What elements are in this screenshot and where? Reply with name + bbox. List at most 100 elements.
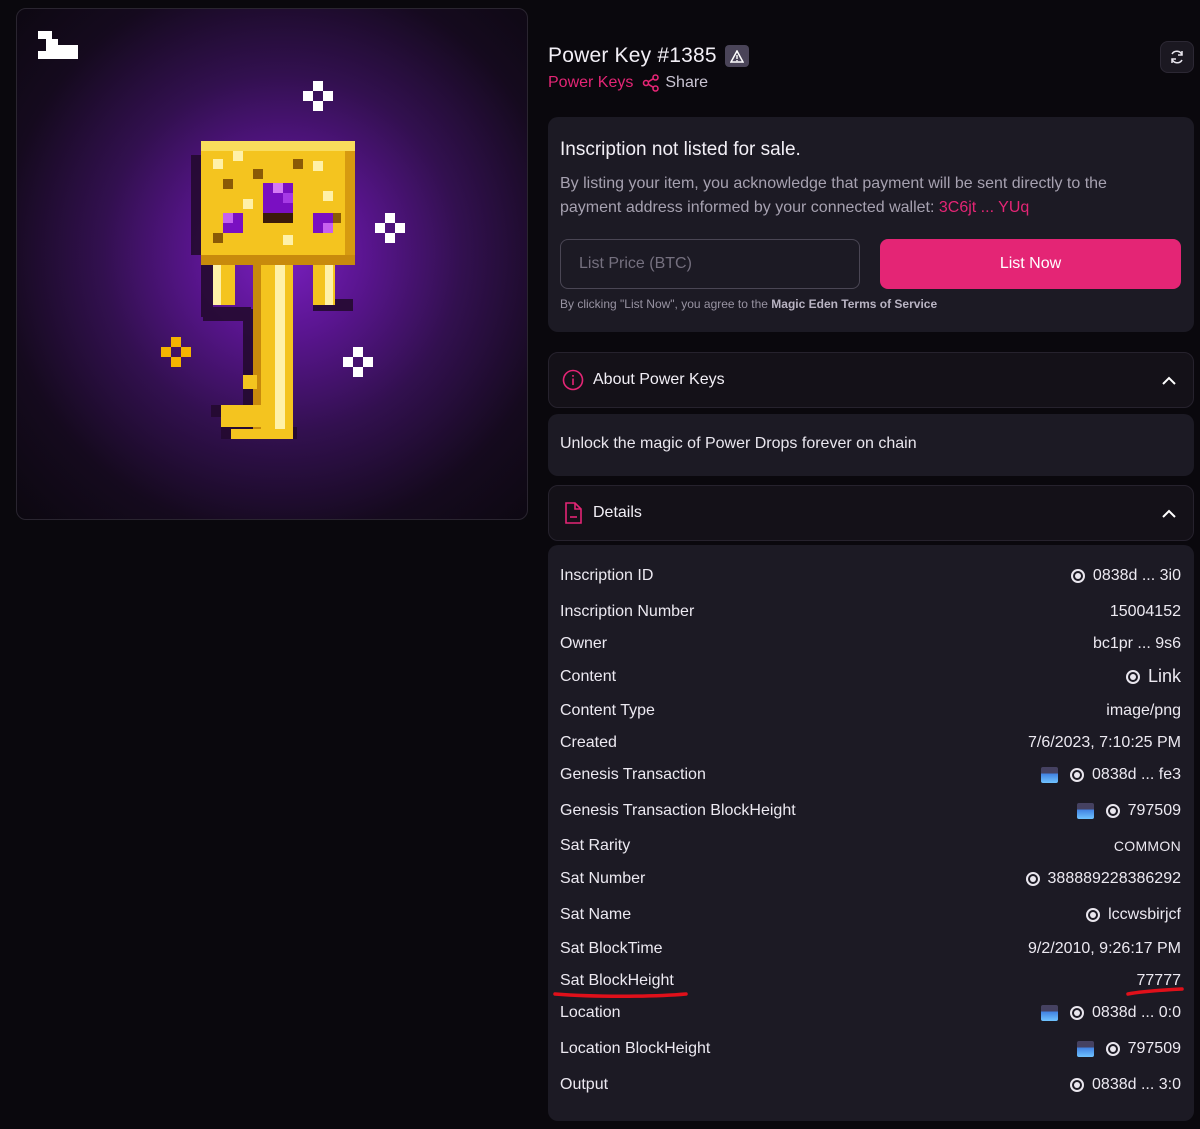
detail-row-owner: Owner bc1pr ... 9s6 <box>560 635 1181 653</box>
detail-value: lccwsbirjcf <box>1108 906 1181 923</box>
detail-row-output: Output 0838d ... 3:0 <box>560 1076 1181 1094</box>
warning-triangle-icon[interactable] <box>724 45 749 67</box>
detail-value-link[interactable]: 0838d ... 0:0 <box>1041 1004 1181 1022</box>
refresh-icon <box>1171 50 1183 64</box>
chevron-up-icon[interactable] <box>1161 373 1177 389</box>
detail-label: Sat BlockHeight <box>560 972 674 989</box>
mempool-icon[interactable] <box>1041 767 1059 783</box>
detail-label: Output <box>560 1076 609 1093</box>
detail-row-location-blockheight: Location BlockHeight 797509 <box>560 1040 1181 1058</box>
detail-value-link[interactable]: 0838d ... 3:0 <box>1070 1076 1181 1094</box>
info-circle-icon <box>562 369 584 391</box>
detail-value: 0838d ... 3:0 <box>1092 1076 1181 1093</box>
detail-value-link[interactable]: lccwsbirjcf <box>1086 906 1181 924</box>
listing-description: By listing your item, you acknowledge th… <box>560 172 1170 220</box>
detail-value-link[interactable]: 797509 <box>1076 802 1181 820</box>
about-accordion-header[interactable]: About Power Keys <box>548 352 1194 408</box>
detail-value-link[interactable]: 388889228386292 <box>1025 870 1181 888</box>
circle-dot-icon <box>1070 768 1085 782</box>
detail-row-genesis-tx: Genesis Transaction 0838d ... fe3 <box>560 766 1181 784</box>
detail-value: 0838d ... 0:0 <box>1092 1004 1181 1021</box>
list-now-button[interactable]: List Now <box>880 239 1181 289</box>
detail-label: Sat Rarity <box>560 837 631 854</box>
detail-value: 15004152 <box>1109 603 1181 620</box>
circle-dot-icon <box>1125 669 1140 684</box>
detail-label: Owner <box>560 635 608 652</box>
detail-label: Sat BlockTime <box>560 940 663 957</box>
detail-value: Link <box>1147 666 1181 686</box>
detail-label: Content <box>560 667 617 685</box>
detail-value-link[interactable]: 797509 <box>1076 1040 1181 1058</box>
detail-label: Location <box>560 1004 621 1021</box>
terms-link[interactable]: Magic Eden Terms of Service <box>771 297 937 311</box>
refresh-button[interactable] <box>1160 41 1194 73</box>
nft-artwork[interactable] <box>16 8 528 520</box>
mempool-icon[interactable] <box>1076 803 1094 819</box>
circle-dot-icon <box>1070 1006 1085 1020</box>
detail-row-genesis-blockheight: Genesis Transaction BlockHeight 797509 <box>560 802 1181 820</box>
detail-value: 0838d ... 3i0 <box>1092 567 1181 584</box>
magic-eden-logo <box>38 31 78 59</box>
detail-value: 77777 <box>1136 972 1182 989</box>
detail-label: Sat Number <box>560 870 646 887</box>
owner-address[interactable]: bc1pr ... 9s6 <box>1093 635 1181 653</box>
detail-row-inscription-number: Inscription Number 15004152 <box>560 603 1181 621</box>
details-accordion-header[interactable]: Details <box>548 485 1194 541</box>
share-icon <box>643 74 660 92</box>
chevron-up-icon[interactable] <box>1161 506 1177 522</box>
listing-heading: Inscription not listed for sale. <box>560 139 801 160</box>
detail-label: Sat Name <box>560 906 632 923</box>
detail-row-location: Location 0838d ... 0:0 <box>560 1004 1181 1022</box>
detail-value: image/png <box>1106 702 1181 719</box>
circle-dot-icon <box>1025 872 1040 886</box>
detail-value: 9/2/2010, 9:26:17 PM <box>1028 940 1181 957</box>
circle-dot-icon <box>1105 1042 1120 1056</box>
detail-label: Content Type <box>560 702 655 719</box>
detail-row-sat-blockheight: Sat BlockHeight 77777 <box>560 972 1181 990</box>
about-description: Unlock the magic of Power Drops forever … <box>560 435 917 452</box>
circle-dot-icon <box>1105 804 1120 818</box>
list-price-input[interactable] <box>560 239 860 289</box>
detail-row-content: Content Link <box>560 666 1181 687</box>
about-body: Unlock the magic of Power Drops forever … <box>548 414 1194 476</box>
detail-value: 797509 <box>1127 1040 1181 1057</box>
pixel-key-image <box>38 31 405 439</box>
sparkle-icon <box>161 337 191 367</box>
share-button[interactable]: Share <box>642 74 708 92</box>
circle-dot-icon <box>1070 569 1085 583</box>
share-label: Share <box>665 74 709 91</box>
terms-prefix: By clicking "List Now", you agree to the <box>560 297 772 311</box>
detail-row-created: Created 7/6/2023, 7:10:25 PM <box>560 734 1181 752</box>
detail-label: Location BlockHeight <box>560 1040 711 1057</box>
wallet-address[interactable]: 3C6jt ... YUq <box>939 199 1029 216</box>
detail-value-link[interactable]: 0838d ... fe3 <box>1041 766 1181 784</box>
detail-value: 7/6/2023, 7:10:25 PM <box>1028 734 1181 751</box>
detail-row-sat-rarity: Sat Rarity COMMON <box>560 837 1181 855</box>
item-title: Power Key #1385 <box>548 44 717 67</box>
collection-link[interactable]: Power Keys <box>548 74 633 92</box>
detail-value: COMMON <box>1113 838 1181 854</box>
content-link[interactable]: Link <box>1125 666 1181 687</box>
details-table: Inscription ID 0838d ... 3i0 Inscription… <box>548 545 1194 1121</box>
key-head <box>201 141 355 265</box>
mempool-icon[interactable] <box>1076 1041 1094 1057</box>
detail-value: 0838d ... fe3 <box>1092 766 1181 783</box>
circle-dot-icon <box>1070 1078 1085 1092</box>
detail-label: Genesis Transaction <box>560 766 706 783</box>
detail-row-content-type: Content Type image/png <box>560 702 1181 720</box>
detail-label: Created <box>560 734 617 751</box>
circle-dot-icon <box>1086 908 1101 922</box>
detail-value-link[interactable]: 0838d ... 3i0 <box>1070 567 1181 585</box>
detail-value: 797509 <box>1127 802 1181 819</box>
detail-row-sat-name: Sat Name lccwsbirjcf <box>560 906 1181 924</box>
listing-card: Inscription not listed for sale. By list… <box>548 117 1194 332</box>
detail-row-sat-number: Sat Number 388889228386292 <box>560 870 1181 888</box>
terms-notice: By clicking "List Now", you agree to the… <box>560 297 937 311</box>
detail-label: Inscription ID <box>560 567 654 584</box>
details-title: Details <box>593 504 642 521</box>
detail-row-inscription-id: Inscription ID 0838d ... 3i0 <box>560 567 1181 585</box>
detail-row-sat-blocktime: Sat BlockTime 9/2/2010, 9:26:17 PM <box>560 940 1181 958</box>
mempool-icon[interactable] <box>1041 1005 1059 1021</box>
document-icon <box>565 502 582 524</box>
detail-value: 388889228386292 <box>1047 870 1181 887</box>
